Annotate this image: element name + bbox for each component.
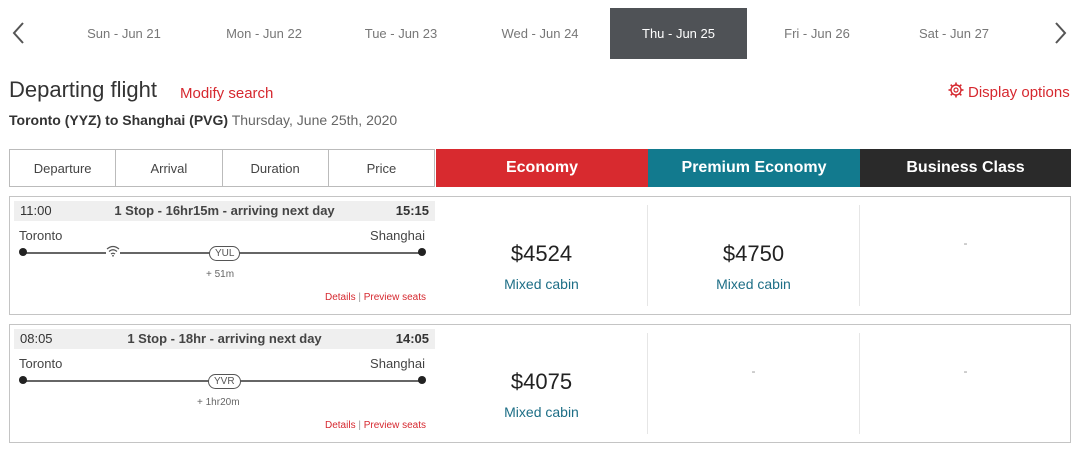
arrival-time: 14:05 [395,331,429,346]
display-options-label: Display options [968,83,1070,101]
date-tab-jun-22[interactable]: Mon - Jun 22 [198,8,330,59]
layover-duration: + 51m [206,269,235,280]
flight-stops-summary: 1 Stop - 18hr - arriving next day [127,331,322,346]
sort-arrival-button[interactable]: Arrival [116,150,223,186]
premium-fare-cell[interactable]: $4750 Mixed cabin [648,205,859,306]
economy-fare-column: $4524 Mixed cabin [436,205,648,306]
fare-cabin-type: Mixed cabin [504,276,579,292]
date-tab-jun-26[interactable]: Fri - Jun 26 [751,8,883,59]
flight-links: Details | Preview seats [325,292,426,303]
chevron-right-icon[interactable] [1048,20,1072,46]
flight-summary-bar: 1 Stop - 16hr15m - arriving next day 11:… [14,201,435,221]
gear-icon [948,82,964,102]
preview-seats-link[interactable]: Preview seats [364,420,426,431]
display-options-button[interactable]: Display options [948,82,1070,102]
date-tab-jun-25[interactable]: Thu - Jun 25 [610,8,747,59]
flight-info: 1 Stop - 18hr - arriving next day 08:05 … [10,325,436,442]
chevron-left-icon[interactable] [8,20,32,46]
sort-bar: Departure Arrival Duration Price [9,149,435,187]
route-summary: Toronto (YYZ) to Shanghai (PVG) Thursday… [9,112,397,128]
flight-info: 1 Stop - 16hr15m - arriving next day 11:… [10,197,436,314]
date-navigation: Sun - Jun 21 Mon - Jun 22 Tue - Jun 23 W… [0,8,1080,59]
business-fare-column: - [860,205,1071,306]
fare-unavailable: - [963,236,968,250]
timeline-end-dot [418,376,426,384]
cabin-header-economy[interactable]: Economy [436,149,648,187]
fare-price: $4075 [510,369,573,394]
fare-unavailable: - [963,364,968,378]
fare-unavailable: - [751,364,756,378]
stop-airport-badge: YUL [209,246,241,261]
cabin-header-premium-economy[interactable]: Premium Economy [648,149,860,187]
premium-fare-column: $4750 Mixed cabin [648,205,860,306]
route-text: Toronto (YYZ) to Shanghai (PVG) [9,112,229,128]
departure-time: 11:00 [20,203,52,218]
date-tab-jun-21[interactable]: Sun - Jun 21 [58,8,190,59]
preview-seats-link[interactable]: Preview seats [364,292,426,303]
timeline-start-dot [19,248,27,256]
arrival-time: 15:15 [395,203,429,218]
flight-row: 1 Stop - 16hr15m - arriving next day 11:… [9,196,1071,315]
flight-links: Details | Preview seats [325,420,426,431]
link-separator: | [358,292,361,303]
sort-departure-button[interactable]: Departure [10,150,117,186]
date-tab-jun-24[interactable]: Wed - Jun 24 [474,8,606,59]
sort-duration-button[interactable]: Duration [223,150,329,186]
date-tab-jun-27[interactable]: Sat - Jun 27 [888,8,1020,59]
premium-fare-column: - [648,333,860,434]
business-fare-column: - [860,333,1071,434]
flight-summary-bar: 1 Stop - 18hr - arriving next day 08:05 … [14,329,435,349]
details-link[interactable]: Details [325,420,356,431]
flight-row: 1 Stop - 18hr - arriving next day 08:05 … [9,324,1071,443]
origin-city: Toronto [19,228,63,243]
timeline-end-dot [418,248,426,256]
sort-price-button[interactable]: Price [329,150,434,186]
fare-cabin-type: Mixed cabin [504,404,579,420]
economy-fare-column: $4075 Mixed cabin [436,333,648,434]
stop-airport-badge: YVR [208,374,241,389]
layover-duration: + 1hr20m [197,397,240,408]
timeline-start-dot [19,376,27,384]
date-tab-jun-23[interactable]: Tue - Jun 23 [335,8,467,59]
cabin-header-business[interactable]: Business Class [860,149,1071,187]
destination-city: Shanghai [370,228,425,243]
departure-time: 08:05 [20,331,53,346]
fare-price: $4750 [722,241,785,266]
page-title: Departing flight [9,77,157,102]
fare-price: $4524 [510,241,573,266]
fare-cabin-type: Mixed cabin [716,276,791,292]
modify-search-link[interactable]: Modify search [180,85,273,102]
travel-date: Thursday, June 25th, 2020 [231,112,398,128]
destination-city: Shanghai [370,356,425,371]
wifi-icon [106,244,120,257]
economy-fare-cell[interactable]: $4075 Mixed cabin [436,333,647,434]
details-link[interactable]: Details [325,292,356,303]
origin-city: Toronto [19,356,63,371]
link-separator: | [358,420,361,431]
flight-stops-summary: 1 Stop - 16hr15m - arriving next day [114,203,335,218]
economy-fare-cell[interactable]: $4524 Mixed cabin [436,205,647,306]
